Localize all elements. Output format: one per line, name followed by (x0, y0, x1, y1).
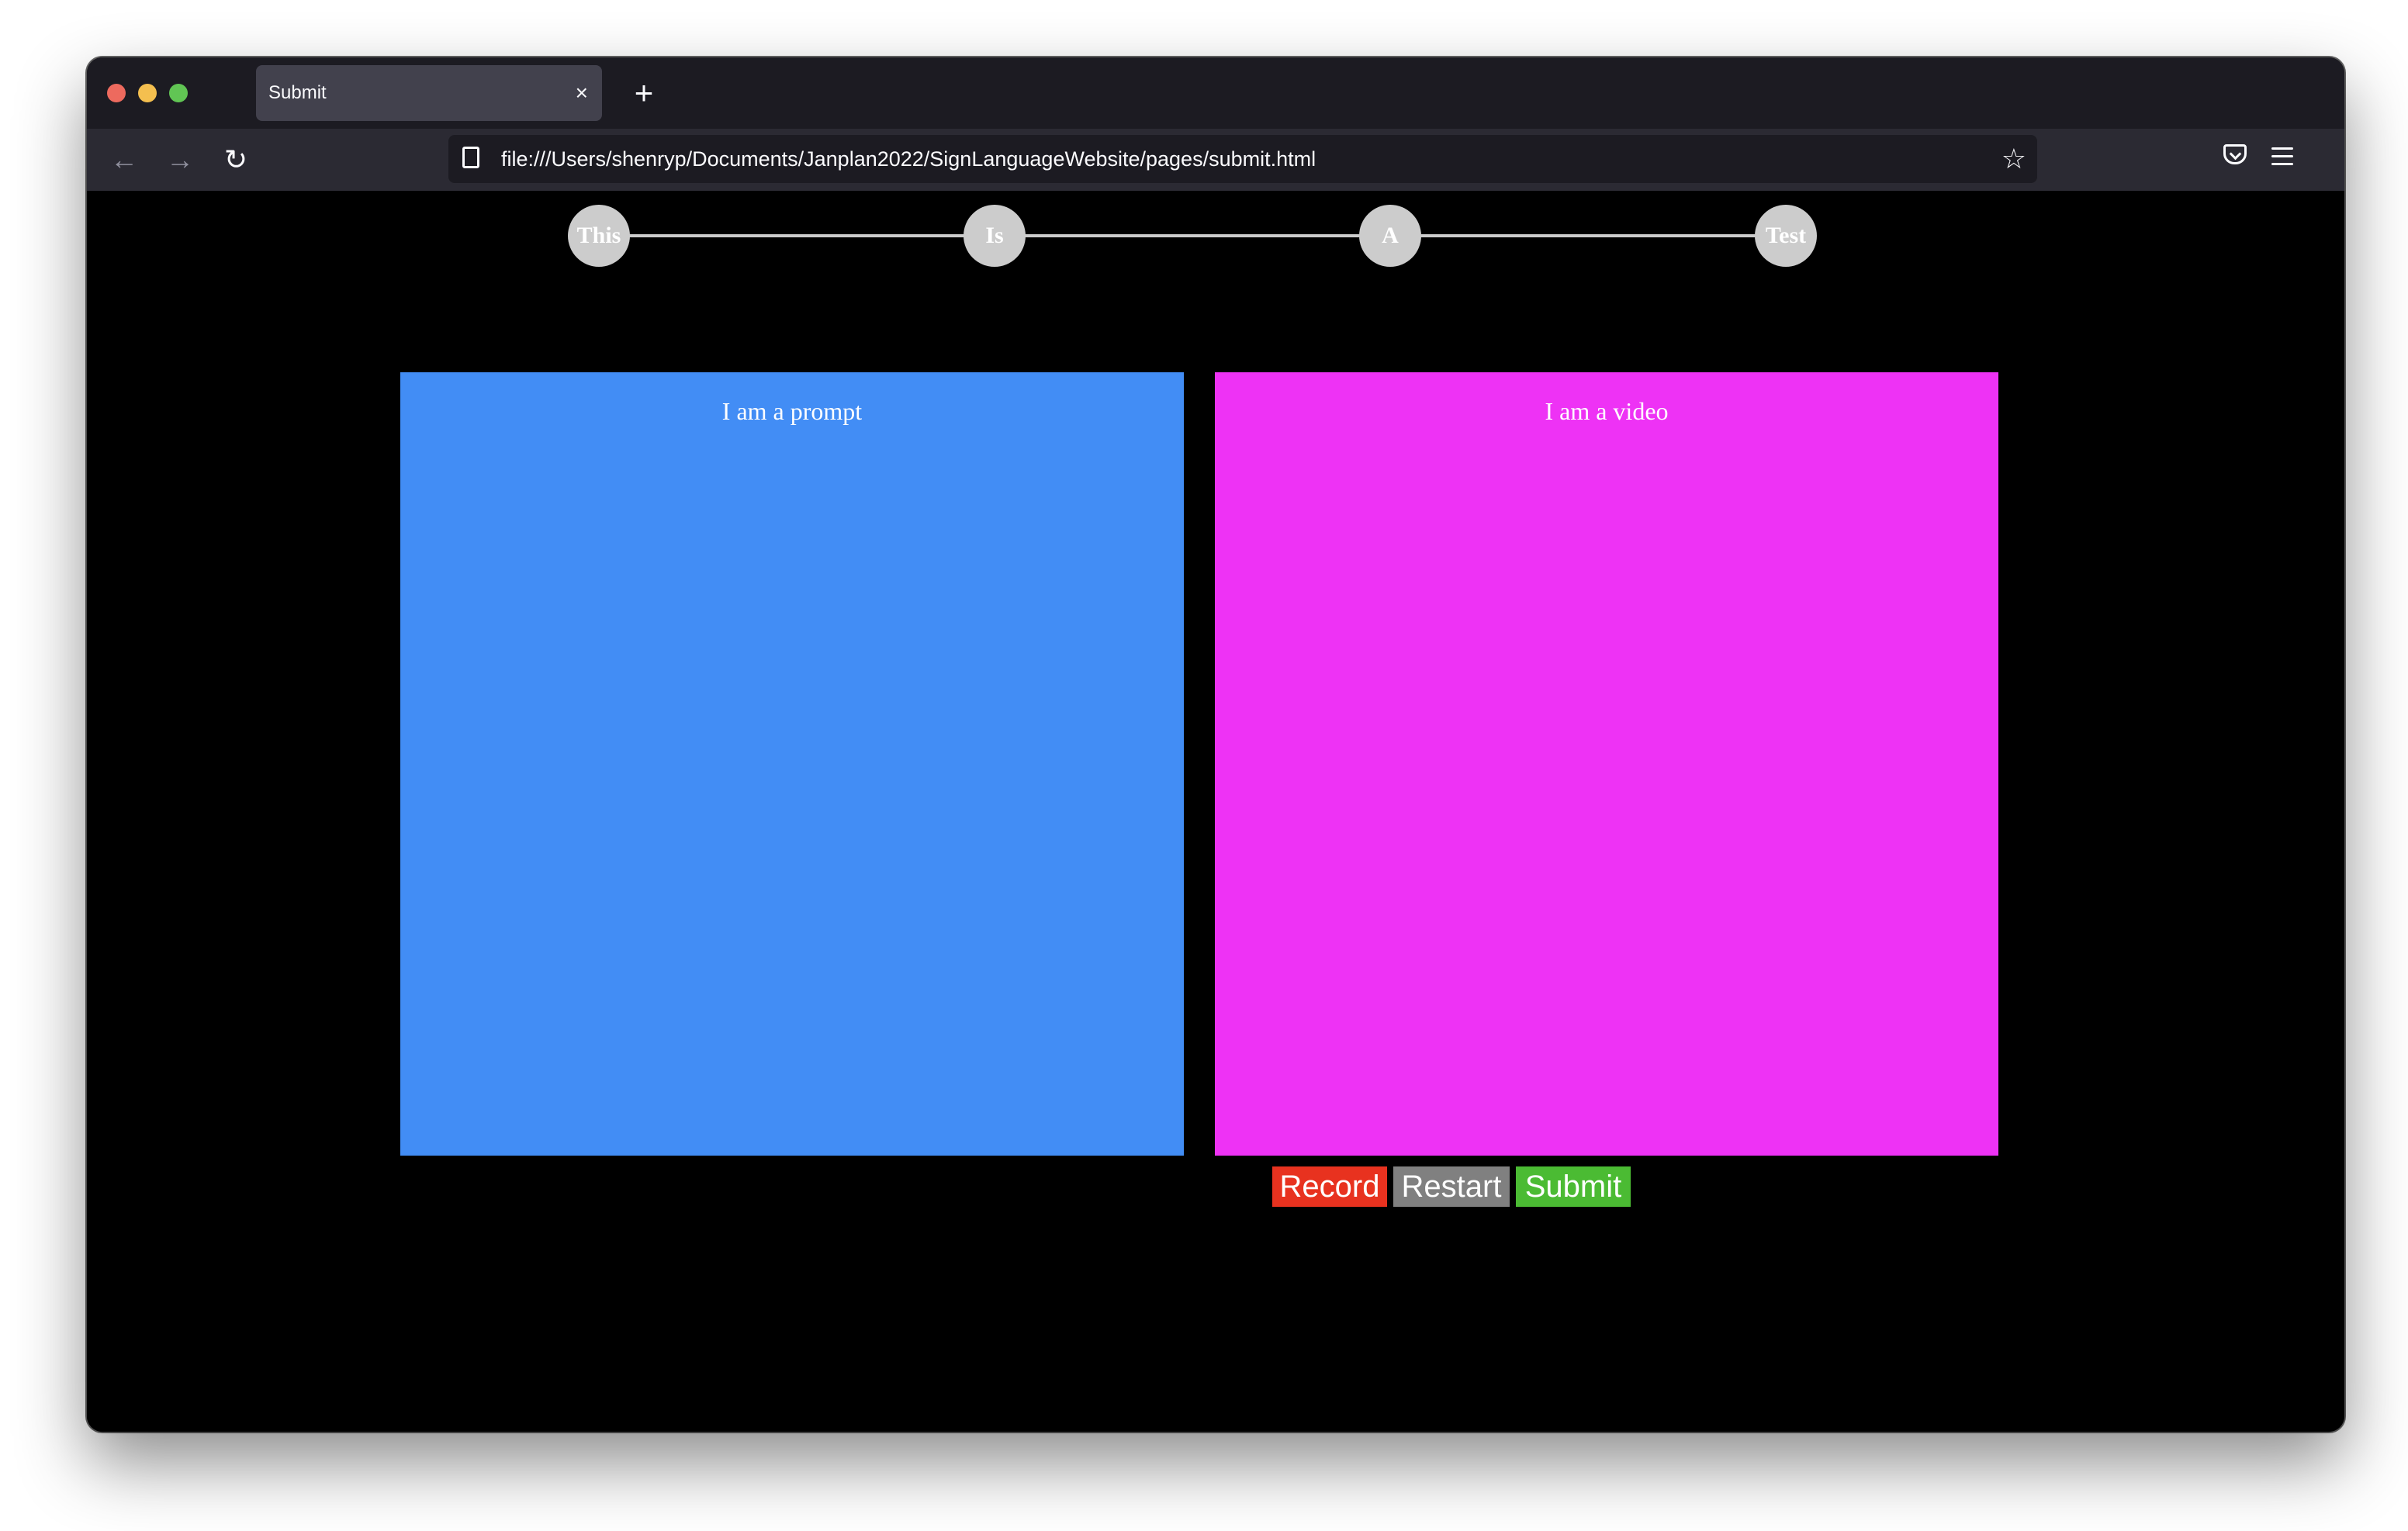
restart-button[interactable]: Restart (1393, 1166, 1510, 1207)
browser-window: Submit × + ← → ↻ file:///Users/shenryp/D… (87, 57, 2344, 1432)
zoom-window-button[interactable] (169, 84, 188, 102)
tab-strip: Submit × + (87, 57, 2344, 129)
navigation-bar: ← → ↻ file:///Users/shenryp/Documents/Ja… (87, 129, 2344, 191)
url-text[interactable]: file:///Users/shenryp/Documents/Janplan2… (501, 135, 1316, 183)
prompt-label: I am a prompt (721, 397, 863, 425)
menu-icon[interactable] (2271, 147, 2293, 166)
video-panel: I am a video (1215, 372, 1998, 1156)
address-bar[interactable]: file:///Users/shenryp/Documents/Janplan2… (448, 135, 2037, 183)
bookmark-star-icon[interactable]: ☆ (2001, 135, 2026, 183)
prompt-panel: I am a prompt (400, 372, 1184, 1156)
forward-arrow-icon[interactable]: → (155, 135, 205, 185)
record-button[interactable]: Record (1272, 1166, 1387, 1207)
progress-step-a: A (1359, 205, 1421, 267)
video-label: I am a video (1545, 397, 1669, 425)
submit-button[interactable]: Submit (1516, 1166, 1631, 1207)
progress-step-this: This (568, 205, 630, 267)
pocket-icon[interactable] (2223, 144, 2247, 164)
progress-line (599, 234, 1790, 237)
close-window-button[interactable] (107, 84, 126, 102)
tab-submit[interactable]: Submit × (256, 65, 602, 121)
page-content: This Is A Test I am a prompt I am a vide… (87, 191, 2344, 1432)
tab-title: Submit (268, 82, 327, 103)
close-tab-icon[interactable]: × (576, 65, 588, 121)
reload-icon[interactable]: ↻ (211, 135, 261, 185)
page-icon (462, 147, 479, 168)
progress-step-is: Is (964, 205, 1026, 267)
new-tab-button[interactable]: + (619, 68, 669, 118)
minimize-window-button[interactable] (138, 84, 157, 102)
back-arrow-icon[interactable]: ← (99, 135, 149, 185)
progress-step-test: Test (1755, 205, 1817, 267)
